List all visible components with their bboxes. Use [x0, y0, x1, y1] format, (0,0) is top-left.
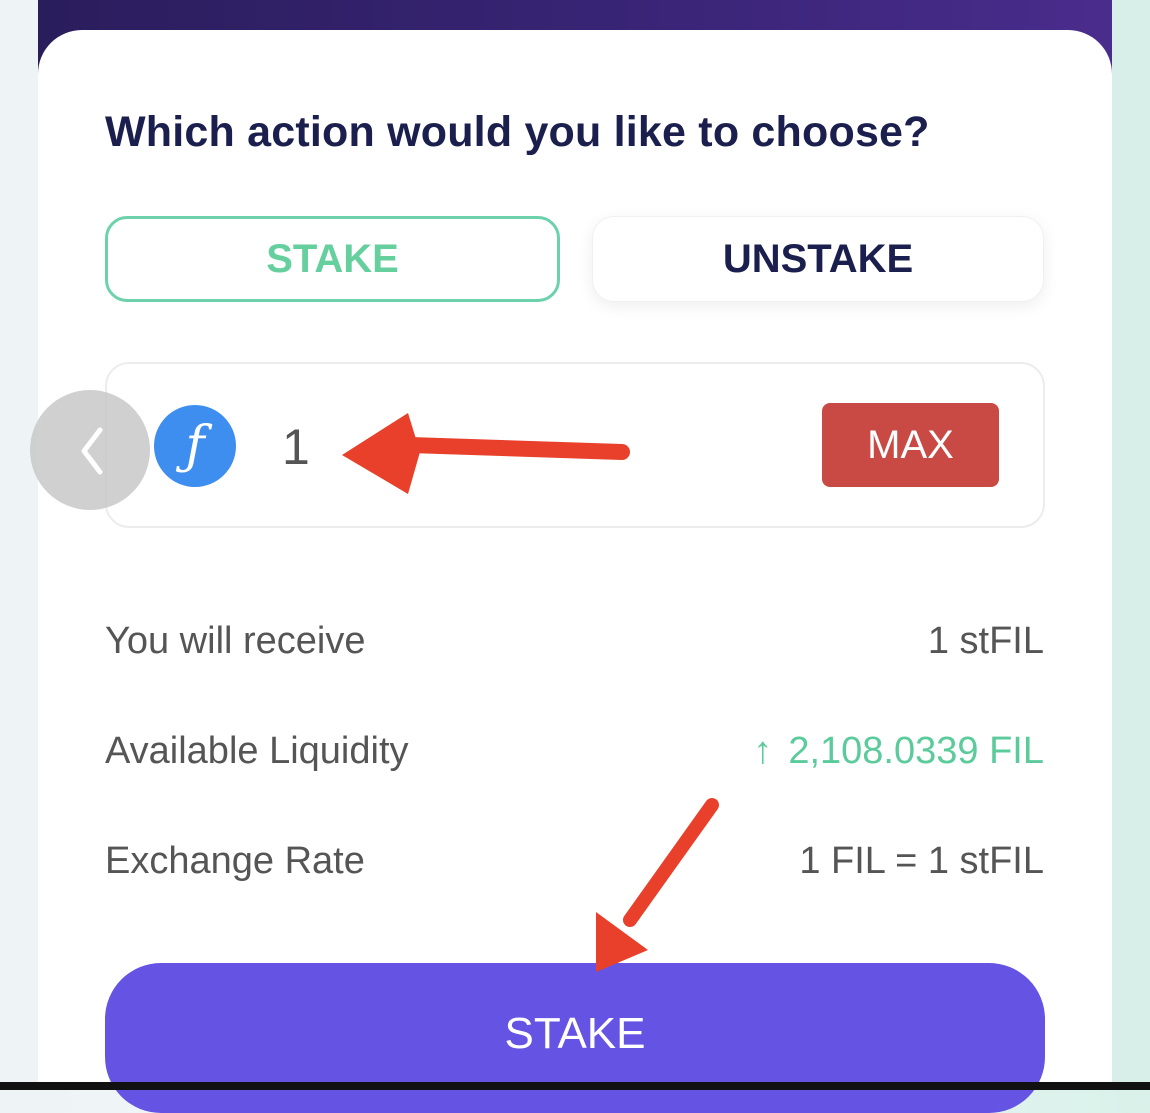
max-button[interactable]: MAX — [822, 403, 999, 487]
bottom-edge — [0, 1082, 1150, 1090]
stake-button-label: STAKE — [504, 1009, 646, 1058]
rate-label: Exchange Rate — [105, 840, 365, 882]
liquidity-value-group: ↑ 2,108.0339 FIL — [753, 730, 1044, 773]
tab-stake-label: STAKE — [266, 236, 399, 281]
tab-unstake-label: UNSTAKE — [722, 236, 914, 281]
stake-button[interactable]: STAKE — [105, 963, 1045, 1113]
receive-value: 1 stFIL — [927, 620, 1044, 662]
liquidity-value: 2,108.0339 FIL — [788, 730, 1044, 772]
chevron-left-icon — [81, 427, 103, 475]
receive-label: You will receive — [105, 620, 366, 662]
arrow-up-icon: ↑ — [753, 730, 773, 772]
amount-input[interactable] — [282, 412, 682, 482]
background-strip — [1112, 0, 1150, 1090]
filecoin-icon: ƒ — [154, 405, 236, 487]
tab-stake[interactable]: STAKE — [105, 216, 560, 302]
max-button-label: MAX — [867, 422, 954, 467]
rate-value: 1 FIL = 1 stFIL — [799, 840, 1044, 882]
stake-card — [38, 30, 1112, 1082]
page-title: Which action would you like to choose? — [105, 108, 930, 156]
back-button[interactable] — [30, 390, 150, 510]
tab-unstake[interactable]: UNSTAKE — [592, 216, 1044, 302]
liquidity-label: Available Liquidity — [105, 730, 409, 772]
